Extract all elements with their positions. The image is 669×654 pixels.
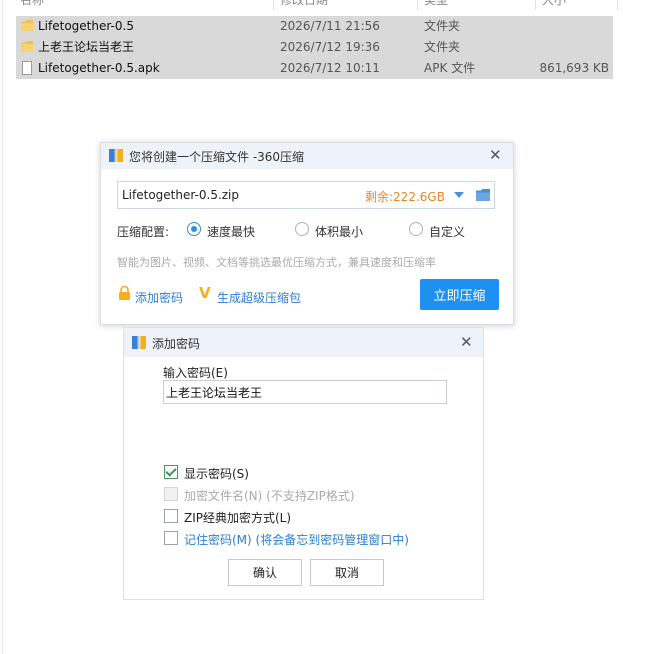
radio-fastest[interactable] <box>187 222 201 236</box>
zip-classic-encryption-checkbox[interactable] <box>164 509 178 523</box>
chevron-down-icon[interactable] <box>454 192 464 198</box>
column-type[interactable]: 类型 <box>424 0 448 8</box>
add-password-dialog: 添加密码 ✕ 输入密码(E) 显示密码(S) 加密文件名(N) (不支持ZIP格… <box>123 327 484 600</box>
close-icon[interactable]: ✕ <box>460 335 473 350</box>
file-row[interactable]: Lifetogether-0.5.apk 2026/7/12 10:11 APK… <box>16 58 613 79</box>
file-date: 2026/7/11 21:56 <box>280 19 380 33</box>
explorer-column-header: 名称 修改日期 类型 大小 <box>0 0 669 10</box>
file-row[interactable]: Lifetogether-0.5 2026/7/11 21:56 文件夹 <box>16 16 613 37</box>
lock-icon <box>119 286 130 300</box>
super-pack-link[interactable]: 生成超级压缩包 <box>217 289 301 306</box>
file-size: 861,693 KB <box>539 61 609 75</box>
compress-dialog: 您将创建一个压缩文件 -360压缩 ✕ Lifetogether-0.5.zip… <box>100 142 514 325</box>
file-name: 上老王论坛当老王 <box>38 40 135 54</box>
compress-dialog-title: 您将创建一个压缩文件 -360压缩 <box>129 150 305 164</box>
file-type: APK 文件 <box>424 61 476 75</box>
file-type: 文件夹 <box>424 40 461 54</box>
column-divider[interactable] <box>273 0 274 10</box>
password-input[interactable] <box>163 380 447 404</box>
archive-filename: Lifetogether-0.5.zip <box>122 188 240 202</box>
show-password-label[interactable]: 显示密码(S) <box>184 465 249 482</box>
file-row[interactable]: 上老王论坛当老王 2026/7/12 19:36 文件夹 <box>16 37 613 58</box>
compress-now-button[interactable]: 立即压缩 <box>420 279 499 310</box>
radio-custom[interactable] <box>409 222 423 236</box>
file-date: 2026/7/12 19:36 <box>280 40 380 54</box>
confirm-button[interactable]: 确认 <box>228 559 302 586</box>
compress-hint: 智能为图片、视频、文档等挑选最优压缩方式，兼具速度和压缩率 <box>117 256 436 269</box>
free-space-label: 剩余:222.6GB <box>365 190 445 204</box>
column-size[interactable]: 大小 <box>542 0 566 8</box>
radio-fastest-label[interactable]: 速度最快 <box>207 223 255 240</box>
window-left-border <box>2 0 3 654</box>
add-password-link[interactable]: 添加密码 <box>135 289 183 306</box>
encrypt-filenames-label: 加密文件名(N) (不支持ZIP格式) <box>184 489 355 503</box>
column-date[interactable]: 修改日期 <box>280 0 328 8</box>
archive-filename-field[interactable]: Lifetogether-0.5.zip 剩余:222.6GB <box>117 181 495 209</box>
column-divider[interactable] <box>417 0 418 10</box>
compress-dialog-titlebar[interactable]: 您将创建一个压缩文件 -360压缩 ✕ <box>101 143 513 169</box>
show-password-checkbox[interactable] <box>164 465 178 479</box>
password-dialog-titlebar[interactable]: 添加密码 ✕ <box>124 328 483 357</box>
file-date: 2026/7/12 10:11 <box>280 61 380 75</box>
remember-password-checkbox[interactable] <box>164 531 178 545</box>
radio-custom-label[interactable]: 自定义 <box>429 223 465 240</box>
zip-classic-encryption-label[interactable]: ZIP经典加密方式(L) <box>184 509 291 526</box>
file-icon <box>22 61 32 75</box>
file-name: Lifetogether-0.5 <box>38 19 134 33</box>
column-divider[interactable] <box>617 0 618 10</box>
compress-config-label: 压缩配置: <box>117 225 170 239</box>
password-dialog-title: 添加密码 <box>152 337 201 351</box>
column-name[interactable]: 名称 <box>20 0 44 8</box>
column-divider[interactable] <box>535 0 536 10</box>
password-input-label: 输入密码(E) <box>163 366 228 380</box>
encrypt-filenames-checkbox <box>164 487 178 501</box>
radio-smallest-label[interactable]: 体积最小 <box>315 223 363 240</box>
radio-smallest[interactable] <box>295 222 309 236</box>
folder-icon <box>21 20 33 31</box>
file-type: 文件夹 <box>424 19 461 33</box>
cancel-button[interactable]: 取消 <box>310 559 384 586</box>
remember-password-label[interactable]: 记住密码(M) (将会备忘到密码管理窗口中) <box>184 531 409 548</box>
browse-folder-icon[interactable] <box>476 189 490 201</box>
close-icon[interactable]: ✕ <box>489 148 502 163</box>
archive-icon <box>109 149 123 162</box>
file-name: Lifetogether-0.5.apk <box>38 61 160 75</box>
archive-icon <box>132 336 146 349</box>
folder-icon <box>21 41 33 52</box>
vip-icon: V <box>199 284 211 302</box>
